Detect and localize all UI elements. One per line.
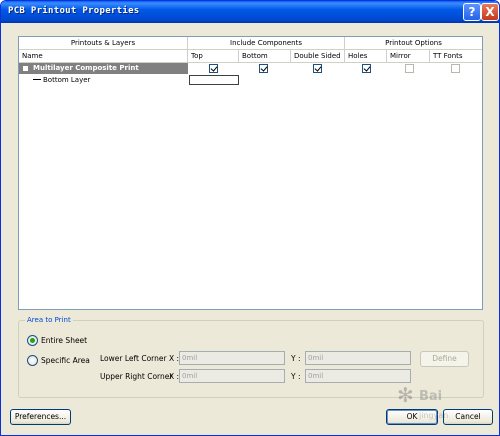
row-name: Bottom Layer xyxy=(43,76,91,84)
specific-area-radio[interactable] xyxy=(27,355,38,366)
entire-sheet-radio[interactable] xyxy=(27,335,38,346)
preferences-button[interactable]: Preferences... xyxy=(10,409,71,425)
group-header-printout-options: Printout Options xyxy=(345,37,482,50)
group-header-printouts-layers: Printouts & Layers xyxy=(19,37,188,50)
title-bar[interactable]: PCB Printout Properties ? X xyxy=(1,1,499,23)
close-icon: X xyxy=(485,5,495,19)
collapse-icon[interactable] xyxy=(22,65,29,72)
column-header-double-sided[interactable]: Double Sided xyxy=(291,50,345,63)
mirror-checkbox[interactable] xyxy=(405,64,414,73)
entire-sheet-label[interactable]: Entire Sheet xyxy=(41,336,87,346)
column-header-tt-fonts[interactable]: TT Fonts xyxy=(430,50,482,63)
table-row[interactable]: Bottom Layer xyxy=(19,74,482,86)
column-header-bottom[interactable]: Bottom xyxy=(239,50,291,63)
column-header-name[interactable]: Name xyxy=(19,50,188,63)
layer-edit-field[interactable] xyxy=(189,75,239,85)
lower-left-y-input[interactable]: 0mil xyxy=(305,351,411,365)
upper-right-x-input[interactable]: 0mil xyxy=(179,369,285,383)
holes-checkbox[interactable] xyxy=(362,64,371,73)
row-name: Multilayer Composite Print xyxy=(33,64,139,72)
specific-area-label[interactable]: Specific Area xyxy=(41,356,90,366)
bottom-checkbox[interactable] xyxy=(259,64,268,73)
table-row[interactable]: Multilayer Composite Print xyxy=(19,63,482,74)
watermark-logo: ✻ Bai jingyan xyxy=(379,381,497,433)
watermark-subtext: jingyan xyxy=(419,411,449,420)
close-button[interactable]: X xyxy=(481,3,499,21)
paw-icon: ✻ xyxy=(397,383,414,407)
tree-branch-icon xyxy=(33,79,41,80)
column-header-holes[interactable]: Holes xyxy=(345,50,387,63)
tt-fonts-checkbox[interactable] xyxy=(451,64,460,73)
upper-right-corner-label: Upper Right Corner xyxy=(100,372,173,381)
define-button[interactable]: Define xyxy=(420,351,469,367)
double-sided-checkbox[interactable] xyxy=(313,64,322,73)
watermark-text: Bai xyxy=(419,389,443,404)
printout-grid[interactable]: Printouts & Layers Include Components Pr… xyxy=(18,36,483,310)
upper-right-y-label: Y : xyxy=(291,372,301,381)
lower-left-corner-label: Lower Left Corner xyxy=(100,354,167,363)
group-header-include-components: Include Components xyxy=(188,37,345,50)
lower-left-x-label: X : xyxy=(169,354,180,363)
column-header-mirror[interactable]: Mirror xyxy=(387,50,430,63)
help-button[interactable]: ? xyxy=(463,3,481,21)
top-checkbox[interactable] xyxy=(209,64,218,73)
dialog-window: PCB Printout Properties ? X Printouts & … xyxy=(0,0,500,436)
area-to-print-title: Area to Print xyxy=(25,315,73,325)
lower-left-x-input[interactable]: 0mil xyxy=(179,351,285,365)
help-icon: ? xyxy=(468,5,476,19)
upper-right-x-label: X : xyxy=(169,372,180,381)
lower-left-y-label: Y : xyxy=(291,354,301,363)
window-title: PCB Printout Properties xyxy=(8,6,140,16)
column-header-top[interactable]: Top xyxy=(188,50,239,63)
